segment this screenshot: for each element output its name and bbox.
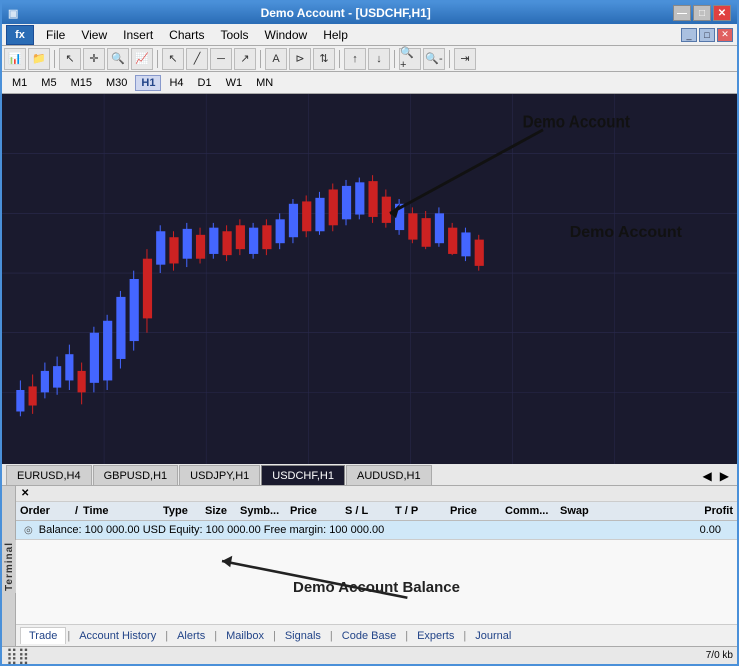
menu-view[interactable]: View: [73, 26, 115, 44]
chart-area[interactable]: Demo Account Demo Account: [2, 94, 737, 464]
tab-code-base[interactable]: Code Base: [334, 628, 404, 644]
tab-journal[interactable]: Journal: [467, 628, 519, 644]
tab-mailbox[interactable]: Mailbox: [218, 628, 272, 644]
col-price2: Price: [446, 504, 501, 518]
status-kb: 7/0 kb: [706, 650, 733, 661]
tab-eurusd-h4[interactable]: EURUSD,H4: [6, 465, 92, 485]
menu-insert[interactable]: Insert: [115, 26, 161, 44]
menu-charts[interactable]: Charts: [161, 26, 212, 44]
zoom-out-btn[interactable]: 🔍-: [423, 48, 445, 70]
arrows-btn[interactable]: ⇅: [313, 48, 335, 70]
tab-alerts[interactable]: Alerts: [169, 628, 213, 644]
chart-down-btn[interactable]: ↓: [368, 48, 390, 70]
chart-tabs: EURUSD,H4 GBPUSD,H1 USDJPY,H1 USDCHF,H1 …: [2, 464, 737, 486]
main-window: ▣ Demo Account - [USDCHF,H1] — □ ✕ fx Fi…: [0, 0, 739, 666]
tf-m30[interactable]: M30: [100, 75, 133, 91]
app-icon: fx: [6, 25, 34, 45]
balance-arrow: [16, 540, 737, 624]
terminal-side-panel: Terminal: [2, 486, 16, 646]
arrow-tool-btn[interactable]: ↖: [162, 48, 184, 70]
tf-w1[interactable]: W1: [220, 75, 249, 91]
inner-close-btn[interactable]: ✕: [717, 28, 733, 42]
new-chart-btn[interactable]: 📊: [4, 48, 26, 70]
zoom-btn[interactable]: 🔍: [107, 48, 129, 70]
minimize-button[interactable]: —: [673, 5, 691, 21]
tab-scroll-right[interactable]: ▶: [716, 467, 733, 485]
toolbar-main: 📊 📁 ↖ ✛ 🔍 📈 ↖ ╱ ─ ↗ A ⊳ ⇅ ↑ ↓ 🔍+ 🔍- ⇥: [2, 46, 737, 72]
tf-m5[interactable]: M5: [35, 75, 62, 91]
trade-table-header: Order / Time Type Size Symb... Price S /…: [16, 502, 737, 521]
menu-tools[interactable]: Tools: [213, 26, 257, 44]
status-bar: ⣿⣿ 7/0 kb: [2, 646, 737, 664]
tab-scroll-left[interactable]: ◀: [699, 467, 716, 485]
line-btn[interactable]: ╱: [186, 48, 208, 70]
tf-h1[interactable]: H1: [135, 75, 161, 91]
inner-minimize-btn[interactable]: _: [681, 28, 697, 42]
tab-audusd-h1[interactable]: AUDUSD,H1: [346, 465, 432, 485]
chart-up-btn[interactable]: ↑: [344, 48, 366, 70]
candlestick-chart: [2, 94, 737, 464]
cursor-btn[interactable]: ↖: [59, 48, 81, 70]
tf-h4[interactable]: H4: [163, 75, 189, 91]
col-type: Type: [159, 504, 201, 518]
tab-trade[interactable]: Trade: [20, 627, 66, 644]
col-swap: Swap: [556, 504, 596, 518]
tf-m1[interactable]: M1: [6, 75, 33, 91]
scroll-right-btn[interactable]: ⇥: [454, 48, 476, 70]
tf-d1[interactable]: D1: [192, 75, 218, 91]
col-profit: Profit: [596, 504, 737, 518]
inner-maximize-btn[interactable]: □: [699, 28, 715, 42]
period-btn[interactable]: ⊳: [289, 48, 311, 70]
title-bar: ▣ Demo Account - [USDCHF,H1] — □ ✕: [2, 2, 737, 24]
terminal-close-btn[interactable]: ✕: [18, 488, 32, 499]
menu-file[interactable]: File: [38, 26, 73, 44]
text-btn[interactable]: A: [265, 48, 287, 70]
bottom-tabs: Trade | Account History | Alerts | Mailb…: [16, 624, 737, 646]
menu-help[interactable]: Help: [315, 26, 356, 44]
tf-mn[interactable]: MN: [250, 75, 279, 91]
indicator-btn[interactable]: 📈: [131, 48, 153, 70]
col-size: Size: [201, 504, 236, 518]
terminal-label: Terminal: [2, 540, 17, 593]
col-order: Order: [16, 504, 71, 518]
col-comm: Comm...: [501, 504, 556, 518]
status-indicator: ⣿⣿: [6, 646, 29, 665]
tab-signals[interactable]: Signals: [277, 628, 329, 644]
demo-account-annotation: Demo Account: [570, 224, 682, 242]
tab-gbpusd-h1[interactable]: GBPUSD,H1: [93, 465, 179, 485]
col-price: Price: [286, 504, 341, 518]
balance-text: Balance: 100 000.00 USD Equity: 100 000.…: [39, 524, 700, 536]
col-tp: T / P: [391, 504, 446, 518]
balance-indicator: ◎: [24, 525, 33, 536]
col-symbol: Symb...: [236, 504, 286, 518]
balance-annotation-area: Demo Account Balance: [16, 540, 737, 624]
col-sep: /: [71, 504, 79, 518]
tab-account-history[interactable]: Account History: [71, 628, 164, 644]
tab-usdchf-h1[interactable]: USDCHF,H1: [261, 465, 345, 485]
col-time: Time: [79, 504, 159, 518]
menu-bar: fx File View Insert Charts Tools Window …: [2, 24, 737, 46]
tab-experts[interactable]: Experts: [409, 628, 462, 644]
window-title: Demo Account - [USDCHF,H1]: [18, 6, 673, 20]
timeframe-bar: M1 M5 M15 M30 H1 H4 D1 W1 MN: [2, 72, 737, 94]
maximize-button[interactable]: □: [693, 5, 711, 21]
tf-m15[interactable]: M15: [65, 75, 98, 91]
balance-row: ◎ Balance: 100 000.00 USD Equity: 100 00…: [16, 521, 737, 540]
crosshair-btn[interactable]: ✛: [83, 48, 105, 70]
col-sl: S / L: [341, 504, 391, 518]
balance-profit: 0.00: [700, 524, 729, 536]
menu-window[interactable]: Window: [257, 26, 316, 44]
window-controls: — □ ✕: [673, 5, 731, 21]
tab-usdjpy-h1[interactable]: USDJPY,H1: [179, 465, 260, 485]
open-btn[interactable]: 📁: [28, 48, 50, 70]
close-button[interactable]: ✕: [713, 5, 731, 21]
zoom-in-btn[interactable]: 🔍+: [399, 48, 421, 70]
terminal-panel: ✕ Order / Time Type Size Symb... Price S…: [16, 486, 737, 646]
trendline-btn[interactable]: ↗: [234, 48, 256, 70]
hline-btn[interactable]: ─: [210, 48, 232, 70]
